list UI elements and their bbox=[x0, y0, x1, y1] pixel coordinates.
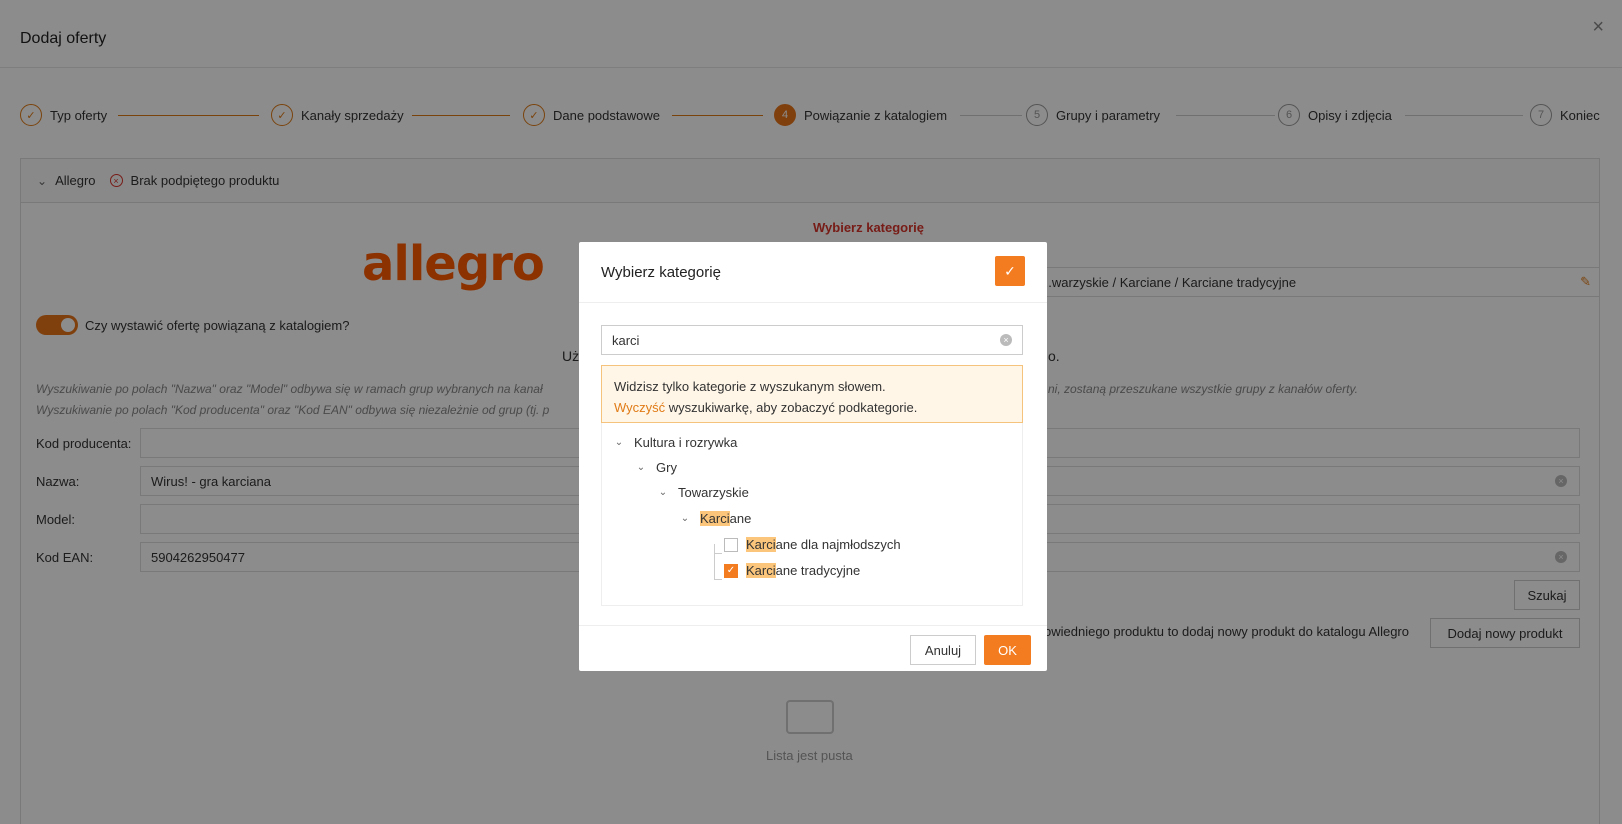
tree-connector bbox=[714, 553, 722, 554]
tree-connector bbox=[714, 544, 715, 580]
clear-icon[interactable]: × bbox=[1000, 334, 1012, 346]
tree-node-label: Gry bbox=[656, 460, 677, 475]
ok-button[interactable]: OK bbox=[984, 635, 1031, 665]
tree-connector bbox=[714, 579, 722, 580]
search-highlight: Karci bbox=[700, 511, 730, 526]
label-rest: ane tradycyjne bbox=[775, 563, 861, 578]
modal-title: Wybierz kategorię bbox=[601, 263, 721, 281]
tree-node-karciane[interactable]: ⌄ Karciane bbox=[678, 511, 751, 526]
chevron-down-icon[interactable]: ⌄ bbox=[612, 437, 626, 448]
label-rest: ane bbox=[729, 511, 752, 526]
clear-search-link[interactable]: Wyczyść bbox=[614, 400, 665, 415]
notice-line-2-text: wyszukiwarkę, aby zobaczyć podkategorie. bbox=[665, 400, 918, 415]
category-tree: ⌄ Kultura i rozrywka ⌄ Gry ⌄ Towarzyskie… bbox=[601, 423, 1023, 606]
tree-node-label: Towarzyskie bbox=[678, 485, 749, 500]
chevron-down-icon[interactable]: ⌄ bbox=[634, 462, 648, 473]
checkbox-checked[interactable]: ✓ bbox=[724, 563, 738, 578]
notice-line-2: Wyczyść wyszukiwarkę, aby zobaczyć podka… bbox=[614, 397, 1010, 418]
modal-footer: Anuluj OK bbox=[579, 625, 1047, 671]
tree-node-karciane-dla-najmlodszych[interactable]: Karciane dla najmłodszych bbox=[724, 537, 901, 552]
search-highlight: Karci bbox=[746, 563, 776, 578]
cancel-button[interactable]: Anuluj bbox=[910, 635, 976, 665]
label-rest: ane dla najmłodszych bbox=[775, 537, 901, 552]
chevron-down-icon[interactable]: ⌄ bbox=[678, 513, 692, 524]
chevron-down-icon[interactable]: ⌄ bbox=[656, 487, 670, 498]
confirm-check-button[interactable]: ✓ bbox=[995, 256, 1025, 286]
search-highlight: Karci bbox=[746, 537, 776, 552]
checkbox[interactable] bbox=[724, 537, 738, 552]
tree-node-kultura-i-rozrywka[interactable]: ⌄ Kultura i rozrywka bbox=[612, 435, 738, 450]
category-search-input[interactable]: karci × bbox=[601, 325, 1023, 355]
category-modal: Wybierz kategorię ✓ karci × Widzisz tylk… bbox=[579, 242, 1047, 671]
tree-node-towarzyskie[interactable]: ⌄ Towarzyskie bbox=[656, 485, 749, 500]
tree-node-label: Karciane bbox=[700, 511, 751, 526]
tree-node-label: Karciane dla najmłodszych bbox=[746, 537, 901, 552]
category-search-value: karci bbox=[612, 333, 640, 348]
tree-node-gry[interactable]: ⌄ Gry bbox=[634, 460, 677, 475]
tree-node-label: Karciane tradycyjne bbox=[746, 563, 860, 578]
search-notice: Widzisz tylko kategorie z wyszukanym sło… bbox=[601, 365, 1023, 423]
tree-node-karciane-tradycyjne[interactable]: ✓ Karciane tradycyjne bbox=[724, 563, 860, 578]
notice-line-1: Widzisz tylko kategorie z wyszukanym sło… bbox=[614, 379, 886, 394]
modal-header: Wybierz kategorię bbox=[579, 242, 1047, 303]
tree-node-label: Kultura i rozrywka bbox=[634, 435, 738, 450]
